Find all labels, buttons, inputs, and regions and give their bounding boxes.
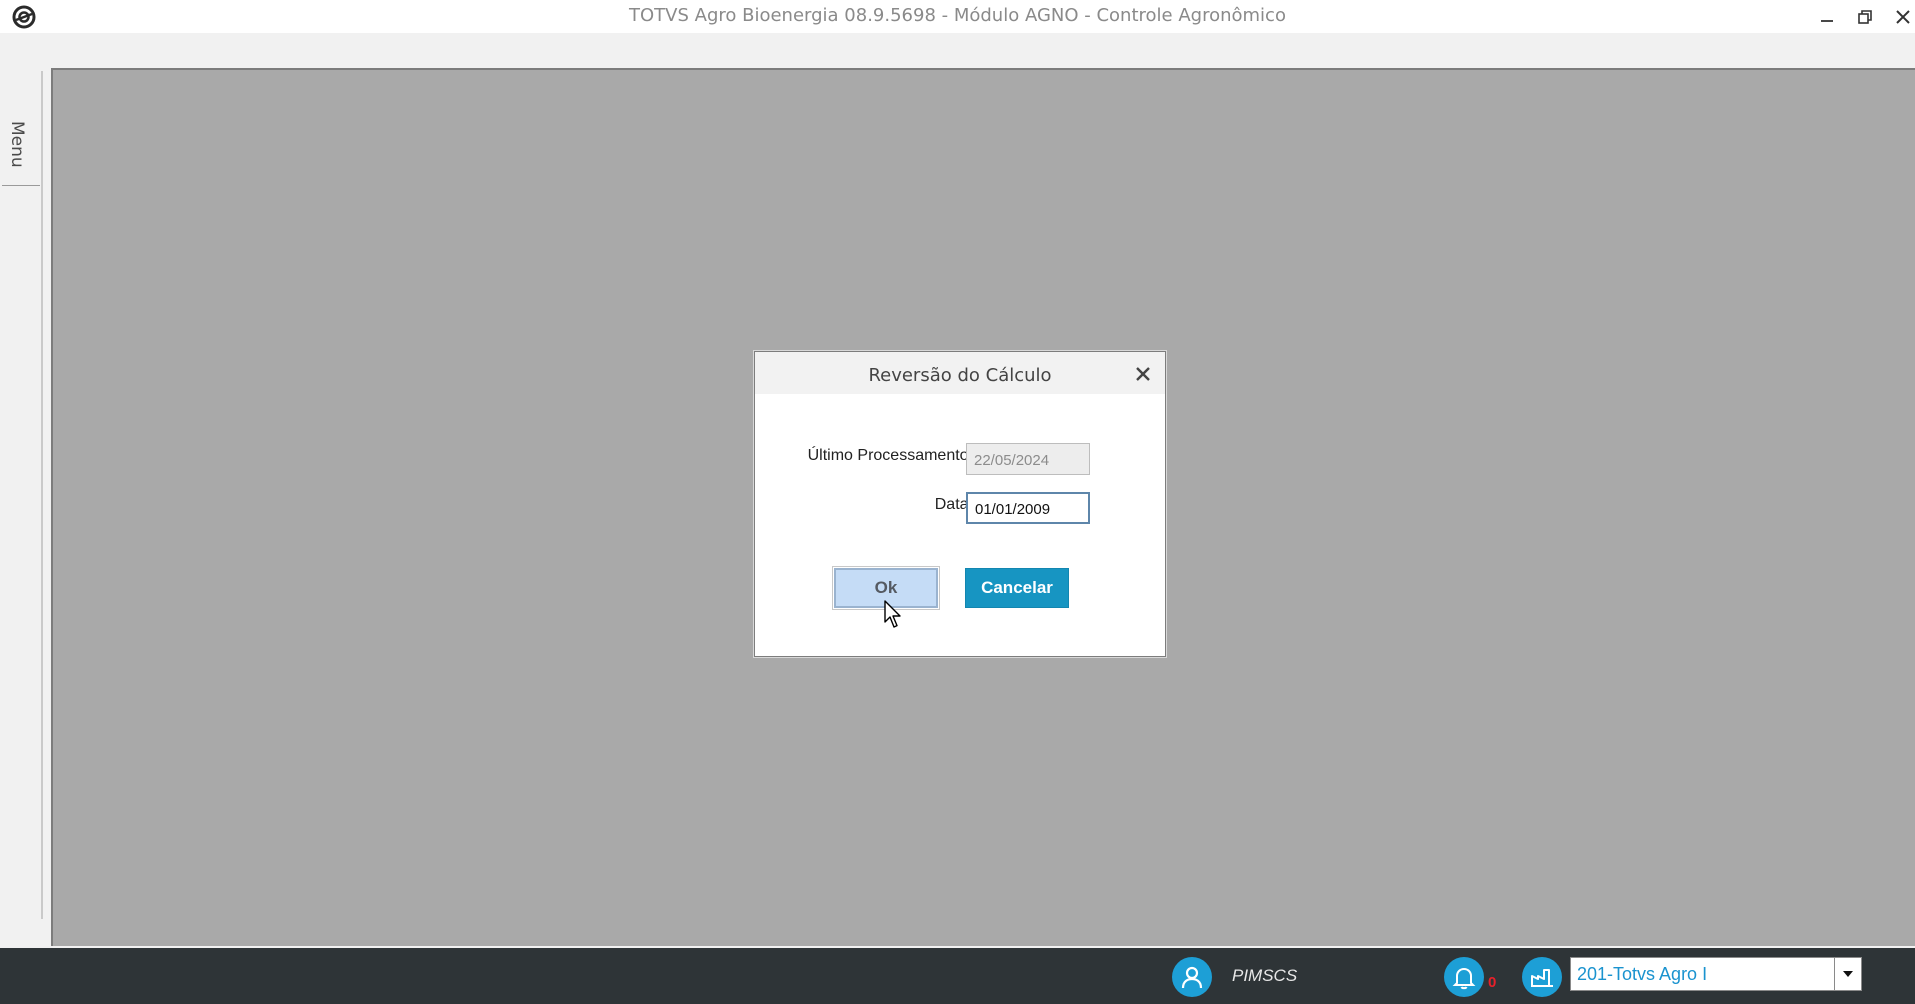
- company-select-value: 201-Totvs Agro I: [1577, 964, 1708, 984]
- company-dropdown-button[interactable]: [1834, 958, 1861, 990]
- close-window-button[interactable]: [1888, 4, 1915, 30]
- restore-icon: [1858, 10, 1872, 24]
- username-label: PIMSCS: [1232, 966, 1298, 985]
- reversao-calculo-dialog: Reversão do Cálculo Último Processamento…: [754, 351, 1166, 657]
- data-field[interactable]: [966, 492, 1090, 524]
- menu-toggle-tab[interactable]: Menu: [2, 113, 40, 186]
- close-icon: [1136, 367, 1150, 381]
- menu-divider: [41, 71, 43, 919]
- side-menu-strip: Menu: [0, 33, 43, 948]
- menu-tab-label: Menu: [7, 121, 27, 168]
- minimize-button[interactable]: [1812, 4, 1842, 30]
- close-icon: [1896, 10, 1910, 24]
- notification-count-badge: 0: [1488, 974, 1497, 991]
- ultimo-processamento-label: Último Processamento:: [807, 447, 973, 464]
- title-bar: TOTVS Agro Bioenergia 08.9.5698 - Módulo…: [0, 0, 1915, 33]
- data-label: Data:: [934, 496, 973, 513]
- restore-button[interactable]: [1850, 4, 1880, 30]
- chevron-down-icon: [1843, 971, 1853, 977]
- window-title: TOTVS Agro Bioenergia 08.9.5698 - Módulo…: [629, 5, 1286, 26]
- ok-button[interactable]: Ok: [832, 566, 940, 610]
- dialog-close-button[interactable]: [1131, 362, 1155, 386]
- factory-icon[interactable]: [1522, 957, 1562, 997]
- dialog-title: Reversão do Cálculo: [868, 365, 1052, 386]
- user-icon[interactable]: [1172, 957, 1212, 997]
- ultimo-processamento-field: [966, 443, 1090, 475]
- bell-icon[interactable]: [1444, 957, 1484, 997]
- company-select[interactable]: 201-Totvs Agro I: [1570, 957, 1862, 991]
- minimize-icon: [1821, 20, 1833, 22]
- dialog-header: Reversão do Cálculo: [755, 352, 1165, 394]
- status-bar: PIMSCS 0 201-Totvs Agro I: [0, 948, 1915, 1004]
- cancel-button[interactable]: Cancelar: [965, 568, 1069, 608]
